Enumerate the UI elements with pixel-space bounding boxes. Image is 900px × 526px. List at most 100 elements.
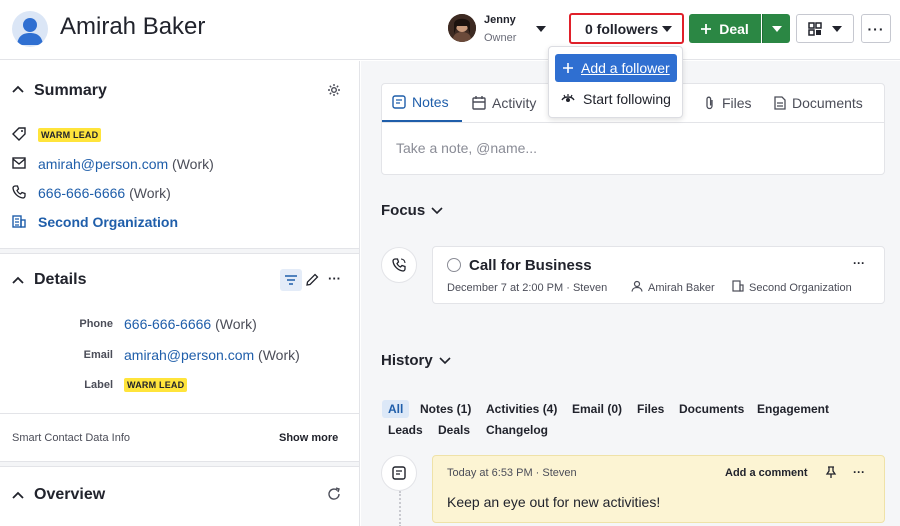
owner-dropdown-caret[interactable]	[536, 26, 546, 32]
person-icon	[17, 18, 43, 45]
filter-icon	[285, 275, 297, 285]
add-follower-label: Add a follower	[581, 60, 670, 76]
plus-icon	[701, 23, 712, 34]
tab-notes[interactable]: Notes	[382, 84, 462, 122]
activity-person-link[interactable]: Amirah Baker	[648, 282, 715, 294]
details-more-button[interactable]: ···	[328, 271, 341, 286]
details-edit-button[interactable]	[306, 273, 319, 286]
activity-title[interactable]: Call for Business	[469, 257, 592, 274]
summary-phone-type: (Work)	[129, 185, 171, 201]
tab-files-label: Files	[722, 95, 752, 111]
history-filter-files[interactable]: Files	[637, 402, 664, 416]
history-filter-engagement[interactable]: Engagement	[757, 402, 829, 416]
focus-title: Focus	[381, 202, 426, 219]
note-meta: Today at 6:53 PM · Steven	[447, 467, 577, 479]
activity-more-button[interactable]: ···	[853, 256, 865, 270]
history-filter-leads[interactable]: Leads	[388, 423, 423, 437]
history-filter-all[interactable]: All	[382, 400, 410, 418]
overview-collapse-toggle[interactable]	[12, 491, 24, 499]
details-bottom-line	[0, 413, 359, 414]
tab-activity[interactable]: Activity	[472, 84, 536, 122]
followers-dropdown-menu: Add a follower Start following	[548, 46, 683, 118]
header: Amirah Baker Jenny Owner 0 followers Dea…	[0, 0, 900, 60]
overview-refresh-button[interactable]	[327, 487, 341, 501]
chevron-up-icon	[12, 85, 24, 93]
summary-email-row: amirah@person.com (Work)	[38, 156, 214, 172]
summary-phone-row: 666-666-6666 (Work)	[38, 185, 171, 201]
chevron-up-icon	[12, 276, 24, 284]
add-comment-button[interactable]: Add a comment	[725, 467, 808, 479]
section-divider	[0, 248, 359, 254]
chevron-down-icon	[439, 356, 451, 364]
start-following-label: Start following	[583, 91, 671, 107]
refresh-icon	[328, 487, 340, 500]
history-filter-documents[interactable]: Documents	[679, 402, 744, 416]
organization-icon	[732, 280, 744, 292]
deal-options-button[interactable]	[762, 14, 790, 43]
tab-documents-label: Documents	[792, 95, 863, 111]
pin-icon	[825, 466, 837, 478]
details-collapse-toggle[interactable]	[12, 276, 24, 284]
history-note-card[interactable]: Today at 6:53 PM · Steven Add a comment …	[432, 455, 885, 523]
more-actions-button[interactable]: ···	[861, 14, 891, 43]
add-follower-menu-item[interactable]: Add a follower	[555, 54, 677, 82]
grid-icon	[808, 21, 822, 36]
history-title: History	[381, 352, 433, 369]
details-email-link[interactable]: amirah@person.com	[124, 347, 254, 363]
history-filter-activities[interactable]: Activities (4)	[486, 402, 557, 416]
document-icon	[774, 96, 786, 110]
summary-email-link[interactable]: amirah@person.com	[38, 156, 168, 172]
details-phone-label: Phone	[79, 318, 113, 330]
history-header[interactable]: History	[381, 352, 451, 369]
details-label-badge[interactable]: WARM LEAD	[124, 378, 188, 392]
eye-icon	[561, 94, 575, 102]
owner-avatar[interactable]	[448, 14, 476, 42]
followers-caret	[662, 26, 672, 32]
tag-icon	[12, 127, 26, 141]
section-divider	[0, 461, 359, 467]
add-deal-button[interactable]: Deal	[689, 14, 761, 43]
focus-header[interactable]: Focus	[381, 202, 443, 219]
phone-icon	[12, 185, 26, 199]
owner-role: Owner	[484, 32, 517, 44]
history-filter-deals[interactable]: Deals	[438, 423, 470, 437]
focus-activity-card[interactable]: Call for Business ··· December 7 at 2:00…	[432, 246, 885, 304]
owner-name[interactable]: Jenny	[484, 14, 516, 26]
details-label-label: Label	[84, 379, 113, 391]
summary-collapse-toggle[interactable]	[12, 85, 24, 93]
timeline-line	[399, 491, 401, 526]
tab-files[interactable]: Files	[704, 84, 752, 122]
summary-title: Summary	[34, 82, 107, 99]
summary-label-badge[interactable]: WARM LEAD	[38, 128, 102, 142]
details-filter-button[interactable]	[280, 269, 302, 291]
summary-settings-button[interactable]	[327, 83, 341, 97]
paperclip-icon	[706, 96, 713, 110]
plus-icon	[563, 63, 573, 73]
start-following-menu-item[interactable]: Start following	[561, 89, 671, 109]
view-switcher-button[interactable]	[796, 14, 854, 43]
chevron-down-icon	[431, 206, 443, 214]
caret-down-icon	[536, 26, 546, 32]
tab-documents[interactable]: Documents	[774, 84, 863, 122]
activity-complete-checkbox[interactable]	[447, 258, 461, 272]
smart-data-show-more[interactable]: Show more	[279, 432, 338, 444]
contact-avatar	[12, 11, 48, 47]
note-input[interactable]: Take a note, @name...	[396, 140, 537, 156]
phone-call-icon	[392, 258, 406, 272]
calendar-icon	[472, 96, 486, 110]
summary-organization-link[interactable]: Second Organization	[38, 214, 178, 230]
caret-down-icon	[662, 26, 672, 32]
main-pane: Notes Activity Files Documents Take a no…	[361, 61, 900, 526]
history-filter-email[interactable]: Email (0)	[572, 402, 622, 416]
pin-button[interactable]	[825, 466, 837, 479]
history-filter-changelog[interactable]: Changelog	[486, 423, 548, 437]
chevron-up-icon	[12, 491, 24, 499]
activity-organization-link[interactable]: Second Organization	[749, 282, 852, 294]
summary-phone-link[interactable]: 666-666-6666	[38, 185, 125, 201]
followers-button[interactable]: 0 followers	[569, 13, 684, 44]
note-icon	[392, 95, 406, 109]
details-phone-link[interactable]: 666-666-6666	[124, 316, 211, 332]
deal-button-label: Deal	[719, 20, 749, 37]
note-more-button[interactable]: ···	[853, 465, 865, 479]
history-filter-notes[interactable]: Notes (1)	[420, 402, 471, 416]
